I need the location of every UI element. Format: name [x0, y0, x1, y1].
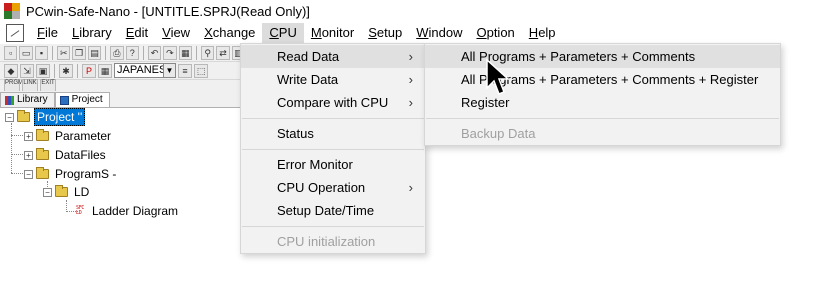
- tree-node-programs[interactable]: − ProgramS -: [24, 165, 118, 183]
- ladder-diagram-icon: SFC LD: [76, 205, 85, 216]
- submenu-item-all-programs-parameters-comments[interactable]: All Programs + Parameters + Comments: [425, 45, 780, 68]
- folder-icon: [36, 148, 49, 160]
- tab-library[interactable]: Library: [0, 92, 55, 107]
- menu-item-compare-with-cpu[interactable]: Compare with CPU ›: [241, 91, 425, 114]
- submenu-item-all-programs-parameters-comments-register[interactable]: All Programs + Parameters + Comments + R…: [425, 68, 780, 91]
- toolbar-2: ◆ ⇲ ▣ ✱ P ▦ JAPANES ▼ ≡ ⬚: [0, 62, 245, 80]
- help-question-icon[interactable]: ?: [125, 45, 139, 60]
- toolbar-separator: [142, 45, 144, 60]
- tree-node-project[interactable]: − Project '': [5, 108, 86, 126]
- collapse-icon[interactable]: −: [5, 112, 14, 122]
- cpu-menu: Read Data › Write Data › Compare with CP…: [240, 43, 426, 254]
- toolbar-separator: [54, 63, 55, 78]
- chevron-right-icon: ›: [408, 95, 413, 110]
- menu-separator: [242, 226, 424, 227]
- menu-edit[interactable]: Edit: [119, 23, 155, 43]
- window-icon[interactable]: ▣: [36, 63, 50, 78]
- menu-bar: File Library Edit View Xchange CPU Monit…: [0, 22, 819, 44]
- new-file-icon[interactable]: ▫: [4, 45, 18, 60]
- menu-xchange[interactable]: Xchange: [197, 23, 262, 43]
- folder-icon: [36, 129, 49, 141]
- tree-node-ld[interactable]: − LD: [43, 183, 91, 201]
- toolbar-separator: [77, 63, 78, 78]
- menu-option[interactable]: Option: [469, 23, 521, 43]
- menu-item-cpu-initialization: CPU initialization: [277, 234, 376, 249]
- ps-icon[interactable]: P: [82, 63, 96, 78]
- open-folder-icon[interactable]: ▭: [19, 45, 33, 60]
- mouse-pointer-icon: [486, 58, 509, 95]
- menu-help[interactable]: Help: [522, 23, 563, 43]
- window-title: PCwin-Safe-Nano - [UNTITLE.SPRJ(Read Onl…: [26, 3, 310, 19]
- cut-icon[interactable]: ✂: [57, 45, 71, 60]
- chevron-right-icon: ›: [408, 72, 413, 87]
- menu-cpu[interactable]: CPU: [262, 23, 304, 43]
- menu-item-status[interactable]: Status: [241, 122, 425, 145]
- menu-library[interactable]: Library: [65, 23, 119, 43]
- menu-file[interactable]: File: [30, 23, 65, 43]
- align-icon[interactable]: ≡: [178, 63, 192, 78]
- settings-gear-icon[interactable]: ✱: [59, 63, 73, 78]
- undo-icon[interactable]: ↶: [147, 45, 162, 60]
- title-bar: PCwin-Safe-Nano - [UNTITLE.SPRJ(Read Onl…: [0, 0, 819, 22]
- toolbar-separator: [105, 45, 107, 60]
- panel-tabs: Library Project: [0, 91, 245, 108]
- paste-icon[interactable]: ▤: [87, 45, 102, 60]
- toolbar-separator: [52, 45, 54, 60]
- submenu-item-register[interactable]: Register: [425, 91, 780, 114]
- project-icon: [59, 95, 69, 105]
- replace-icon[interactable]: ⇄: [216, 45, 230, 60]
- redo-icon[interactable]: ↷: [163, 45, 177, 60]
- copy-icon[interactable]: ❐: [72, 45, 86, 60]
- library-books-icon: [5, 95, 14, 105]
- table-icon[interactable]: ▦: [178, 45, 192, 60]
- toolbar-1: ▫ ▭ ▪ ✂ ❐ ▤ ⎙ ? ↶ ↷ ▦ ⚲ ⇄ ▥: [0, 44, 246, 62]
- menu-view[interactable]: View: [155, 23, 197, 43]
- print-icon[interactable]: ⎙: [110, 45, 124, 60]
- menu-item-setup-date-time[interactable]: Setup Date/Time: [241, 199, 425, 222]
- toolbar-separator: [195, 45, 197, 60]
- menu-window[interactable]: Window: [409, 23, 469, 43]
- expand-icon[interactable]: +: [24, 131, 33, 141]
- chevron-right-icon: ›: [408, 180, 413, 195]
- menu-separator: [426, 118, 779, 119]
- folder-icon: [55, 185, 68, 197]
- submenu-item-backup-data: Backup Data: [461, 126, 536, 141]
- chevron-down-icon: ▼: [163, 64, 175, 77]
- menu-item-error-monitor[interactable]: Error Monitor: [241, 153, 425, 176]
- find-icon[interactable]: ⚲: [200, 45, 215, 60]
- language-select[interactable]: JAPANES ▼: [114, 63, 176, 78]
- document-menu-icon[interactable]: [6, 24, 24, 42]
- menu-separator: [242, 149, 424, 150]
- folder-icon: [36, 167, 49, 179]
- chevron-right-icon: ›: [408, 49, 413, 64]
- select-icon[interactable]: ⬚: [194, 63, 208, 78]
- menu-monitor[interactable]: Monitor: [304, 23, 361, 43]
- folder-icon: [17, 110, 30, 122]
- tree-node-ladder-diagram[interactable]: SFC LD Ladder Diagram: [76, 202, 180, 220]
- collapse-icon[interactable]: −: [24, 169, 33, 179]
- project-tree: − Project '' + Parameter + DataFiles − P…: [0, 108, 245, 290]
- menu-item-read-data[interactable]: Read Data ›: [241, 45, 425, 68]
- app-logo-icon: [4, 3, 20, 19]
- tree-node-datafiles[interactable]: + DataFiles: [24, 146, 108, 164]
- grid-view-icon[interactable]: ▦: [98, 63, 112, 78]
- menu-item-write-data[interactable]: Write Data ›: [241, 68, 425, 91]
- expand-icon[interactable]: ⇲: [20, 63, 34, 78]
- collapse-icon[interactable]: −: [43, 187, 52, 197]
- tree-node-parameter[interactable]: + Parameter: [24, 127, 113, 145]
- expand-icon[interactable]: +: [24, 150, 33, 160]
- menu-separator: [242, 118, 424, 119]
- compile-icon[interactable]: ◆: [4, 63, 18, 78]
- menu-setup[interactable]: Setup: [361, 23, 409, 43]
- menu-item-cpu-operation[interactable]: CPU Operation ›: [241, 176, 425, 199]
- tab-project[interactable]: Project: [54, 92, 110, 107]
- save-icon[interactable]: ▪: [34, 45, 49, 60]
- read-data-submenu: All Programs + Parameters + Comments All…: [424, 43, 781, 146]
